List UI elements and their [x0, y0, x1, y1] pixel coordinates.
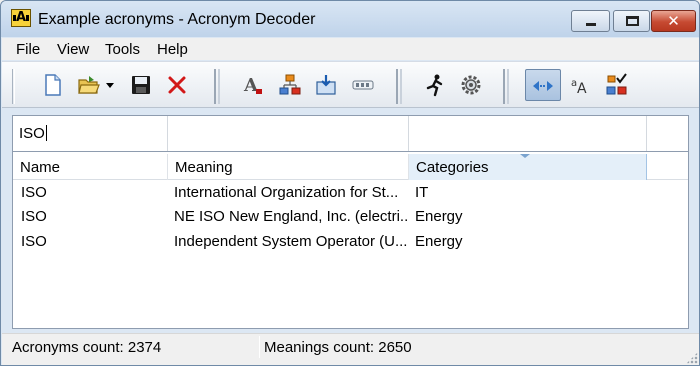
categories-icon	[606, 73, 627, 95]
table-row[interactable]: ISO Independent System Operator (U... En…	[13, 230, 688, 254]
app-window: A Example acronyms - Acronym Decoder ✕ F…	[0, 0, 700, 366]
row-categories: IT	[415, 184, 429, 201]
new-button[interactable]	[37, 69, 67, 101]
row-categories: Energy	[415, 233, 463, 250]
row-name: ISO	[21, 208, 47, 225]
resize-grip-icon[interactable]	[686, 352, 698, 364]
table-row[interactable]: ISO NE ISO New England, Inc. (electri...…	[13, 205, 688, 229]
acronyms-count: Acronyms count: 2374	[12, 339, 162, 356]
new-document-icon	[45, 74, 61, 96]
row-name: ISO	[21, 184, 47, 201]
table-row[interactable]: ISO International Organization for St...…	[13, 181, 688, 205]
status-bar: Acronyms count: 2374 Meanings count: 265…	[2, 333, 699, 365]
toolbar-grip[interactable]	[12, 69, 15, 104]
tag-button[interactable]	[348, 69, 378, 101]
categories-button[interactable]	[601, 69, 631, 101]
minimize-button[interactable]	[571, 10, 610, 32]
menu-bar: File View Tools Help	[2, 38, 699, 60]
app-icon: A	[11, 9, 31, 27]
hierarchy-button[interactable]	[275, 69, 305, 101]
acronym-list[interactable]: Name Meaning Categories ISO Internationa…	[12, 151, 689, 329]
run-icon	[426, 74, 443, 97]
meanings-count: Meanings count: 2650	[264, 339, 412, 356]
close-icon: ✕	[667, 12, 680, 30]
open-dropdown-button[interactable]	[103, 69, 119, 101]
view-toggle-button[interactable]	[525, 69, 561, 101]
font-format-button[interactable]: A	[238, 69, 268, 101]
sort-descending-icon	[520, 154, 530, 158]
close-button[interactable]: ✕	[651, 10, 696, 32]
view-toggle-icon	[533, 81, 553, 91]
list-header: Name Meaning Categories	[13, 154, 688, 180]
delete-icon	[168, 76, 186, 94]
open-button[interactable]	[74, 69, 104, 101]
row-meaning: Independent System Operator (U...	[174, 233, 407, 250]
menu-help[interactable]: Help	[157, 41, 188, 58]
tag-icon	[352, 80, 374, 90]
row-meaning: NE ISO New England, Inc. (electri...	[174, 208, 407, 225]
status-divider	[259, 336, 260, 358]
text-caret	[45, 125, 47, 141]
categories-filter-field[interactable]	[409, 116, 647, 151]
maximize-button[interactable]	[613, 10, 650, 32]
toolbar-separator	[503, 69, 509, 104]
window-title: Example acronyms - Acronym Decoder	[38, 11, 316, 28]
row-categories: Energy	[415, 208, 463, 225]
import-button[interactable]	[311, 69, 341, 101]
text-size-button[interactable]: aA	[565, 69, 595, 101]
row-meaning: International Organization for St...	[174, 184, 399, 201]
run-button[interactable]	[420, 69, 450, 101]
toolbar-separator	[396, 69, 402, 104]
font-format-icon: A	[243, 75, 262, 96]
filter-row: ISO	[12, 115, 689, 151]
row-name: ISO	[21, 233, 47, 250]
column-header-name[interactable]: Name	[13, 154, 168, 180]
open-folder-icon	[78, 76, 100, 94]
maximize-icon	[626, 16, 639, 26]
menu-file[interactable]: File	[16, 41, 40, 58]
delete-button[interactable]	[162, 69, 192, 101]
save-icon	[132, 76, 150, 94]
column-header-meaning[interactable]: Meaning	[168, 154, 409, 180]
toolbar-separator	[214, 69, 220, 104]
title-bar[interactable]: A Example acronyms - Acronym Decoder ✕	[1, 1, 699, 37]
dropdown-arrow-icon	[106, 83, 114, 88]
settings-gear-icon	[461, 75, 481, 95]
minimize-icon	[586, 23, 596, 26]
column-header-categories[interactable]: Categories	[409, 154, 647, 180]
svg-text:A: A	[577, 81, 587, 97]
menu-view[interactable]: View	[57, 41, 89, 58]
toolbar: A aA	[2, 61, 699, 108]
text-size-icon: aA	[571, 78, 587, 97]
meaning-filter-field[interactable]	[168, 116, 409, 151]
settings-button[interactable]	[456, 69, 486, 101]
import-icon	[316, 75, 336, 95]
name-filter-value: ISO	[19, 125, 45, 142]
save-button[interactable]	[126, 69, 156, 101]
menu-tools[interactable]: Tools	[105, 41, 140, 58]
name-filter-field[interactable]: ISO	[13, 116, 168, 151]
hierarchy-icon	[279, 74, 301, 95]
